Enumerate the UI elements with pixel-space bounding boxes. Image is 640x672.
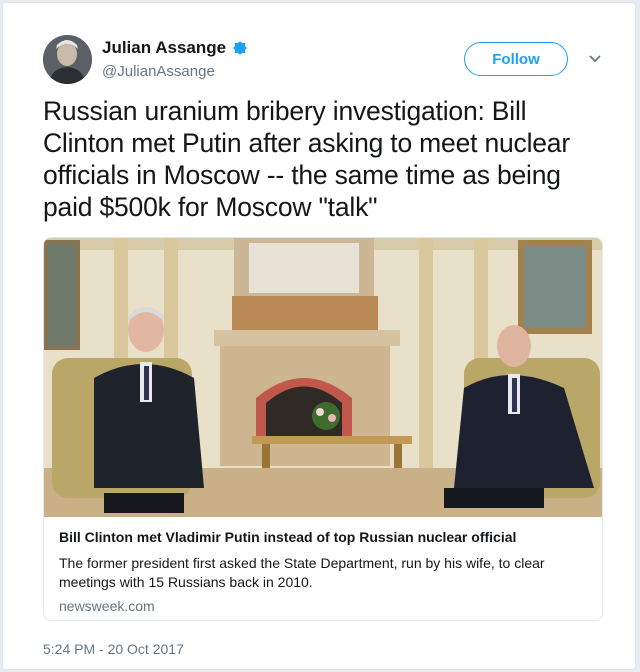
verified-badge-icon: [233, 41, 248, 55]
avatar-image: [43, 35, 92, 84]
author-name-row: Julian Assange: [102, 38, 248, 58]
link-card[interactable]: Bill Clinton met Vladimir Putin instead …: [43, 237, 603, 621]
author-handle[interactable]: @JulianAssange: [102, 63, 215, 80]
author-name[interactable]: Julian Assange: [102, 38, 226, 58]
card-title[interactable]: Bill Clinton met Vladimir Putin instead …: [59, 528, 594, 546]
card-image[interactable]: [44, 238, 603, 517]
follow-button[interactable]: Follow: [464, 42, 568, 76]
card-domain: newsweek.com: [59, 598, 155, 614]
author-avatar[interactable]: [43, 35, 92, 84]
card-description: The former president first asked the Sta…: [59, 555, 545, 590]
chevron-down-icon[interactable]: [588, 52, 602, 66]
tweet-timestamp[interactable]: 5:24 PM - 20 Oct 2017: [43, 641, 184, 657]
card-body: Bill Clinton met Vladimir Putin instead …: [59, 528, 594, 614]
tweet-text: Russian uranium bribery investigation: B…: [43, 96, 570, 222]
tweet-container: Julian Assange @JulianAssange Follow Rus…: [2, 2, 636, 670]
